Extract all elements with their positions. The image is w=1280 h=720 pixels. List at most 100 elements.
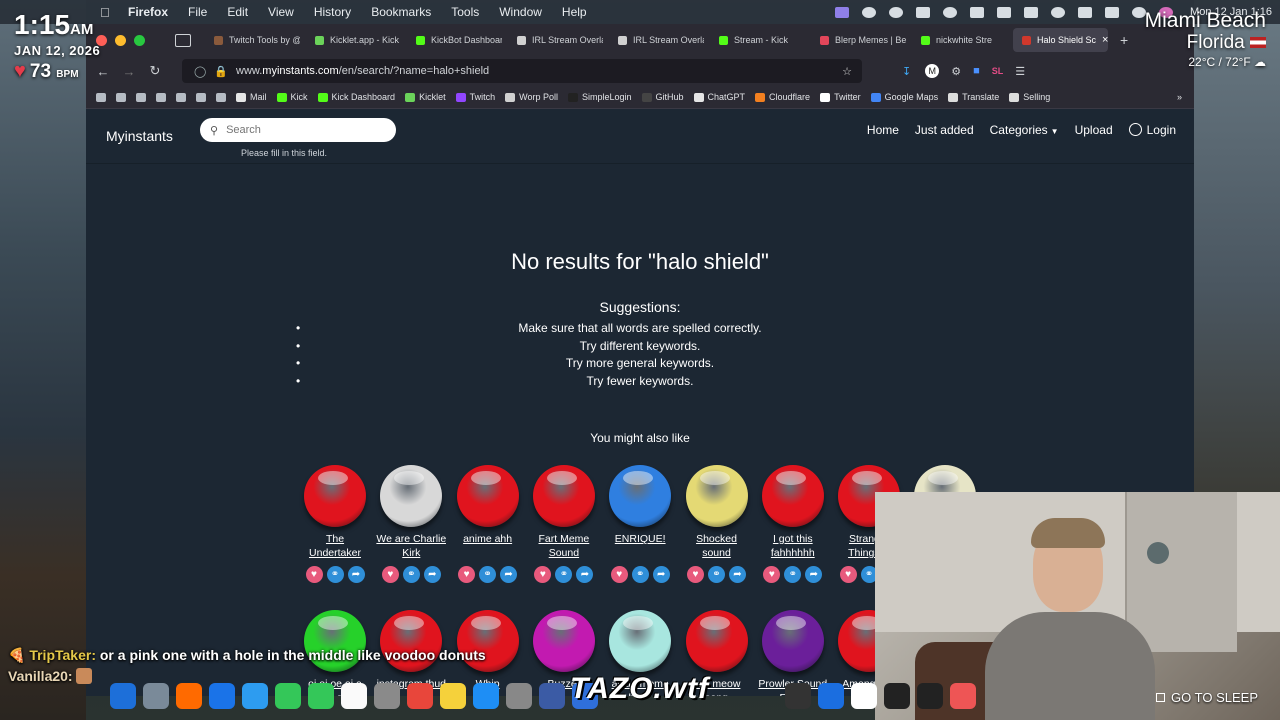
maximize-window-button[interactable] — [134, 34, 145, 46]
url-bar[interactable]: ◯ 🔒 www.myinstants.com/en/search/?name=h… — [182, 59, 862, 83]
menu-bookmarks[interactable]: Bookmarks — [371, 5, 431, 19]
status-icon[interactable] — [943, 6, 958, 18]
minimize-window-button[interactable] — [115, 34, 126, 46]
sound-title-link[interactable]: The Undertaker — [300, 532, 370, 562]
sound-play-button[interactable] — [380, 465, 443, 527]
share-icon[interactable]: ➦ — [805, 566, 823, 583]
bookmark-folder[interactable] — [176, 92, 186, 102]
sound-title-link[interactable]: ENRIQUE! — [605, 532, 675, 562]
close-tab-icon[interactable]: × — [1102, 34, 1108, 46]
browser-tab[interactable]: IRL Stream Overla — [609, 28, 704, 52]
tab-overview-icon[interactable] — [175, 33, 191, 47]
bookmarks-overflow-icon[interactable]: » — [1177, 92, 1182, 102]
new-tab-button[interactable]: + — [1120, 32, 1128, 48]
dock-app-icon[interactable] — [506, 683, 532, 709]
browser-tab[interactable]: Twitch Tools by @ — [205, 28, 300, 52]
status-icon[interactable] — [997, 6, 1012, 18]
bookmark-item[interactable]: Translate — [948, 92, 999, 102]
sound-play-button[interactable] — [685, 465, 748, 527]
sound-play-button[interactable] — [456, 465, 519, 527]
wifi-icon[interactable] — [1051, 6, 1066, 18]
bookmark-folder[interactable] — [196, 92, 206, 102]
extensions-icon[interactable]: ⚙ — [951, 65, 961, 78]
share-icon[interactable]: ➦ — [576, 566, 594, 583]
bookmark-folder[interactable] — [136, 92, 146, 102]
menu-help[interactable]: Help — [562, 5, 587, 19]
bookmark-folder[interactable] — [96, 92, 106, 102]
bookmark-folder[interactable] — [116, 92, 126, 102]
sound-play-button[interactable] — [609, 465, 672, 527]
sound-play-button[interactable] — [304, 465, 366, 527]
nav-upload[interactable]: Upload — [1075, 123, 1113, 137]
link-icon[interactable]: ⚭ — [708, 566, 725, 583]
browser-tab[interactable]: Blerp Memes | Be — [811, 28, 906, 52]
favorite-icon[interactable]: ♥ — [458, 566, 476, 583]
bookmark-item[interactable]: Twitch — [455, 92, 495, 102]
favorite-icon[interactable]: ♥ — [763, 566, 781, 583]
bookmark-item[interactable]: Selling — [1009, 92, 1050, 102]
browser-tab[interactable]: Stream - Kick — [710, 28, 805, 52]
bookmark-item[interactable]: Cloudflare — [755, 92, 810, 102]
nav-login[interactable]: Login — [1128, 123, 1176, 137]
menu-app-name[interactable]: Firefox — [128, 5, 168, 19]
dock-app-icon[interactable] — [917, 683, 943, 709]
search-box[interactable]: ⚲ — [200, 118, 396, 142]
sound-title-link[interactable]: anime ahh — [453, 532, 523, 562]
shield-icon[interactable]: ◯ — [194, 65, 206, 78]
bookmark-item[interactable]: Kick Dashboard — [317, 92, 395, 102]
bookmark-item[interactable]: Kick — [276, 92, 308, 102]
downloads-icon[interactable]: ↧ — [902, 65, 911, 78]
site-logo[interactable]: Myinstants — [106, 128, 173, 144]
link-icon[interactable]: ⚭ — [784, 566, 802, 583]
bookmark-folder[interactable] — [156, 92, 166, 102]
browser-tab[interactable]: Halo Shield Sc × — [1013, 28, 1108, 52]
link-icon[interactable]: ⚭ — [555, 566, 573, 583]
lock-icon[interactable]: 🔒 — [214, 65, 228, 78]
simplelogin-icon[interactable]: SL — [992, 66, 1004, 76]
browser-tab[interactable]: Kicklet.app - Kick — [306, 28, 401, 52]
link-icon[interactable]: ⚭ — [631, 566, 649, 583]
favorite-icon[interactable]: ♥ — [610, 566, 628, 583]
keyboard-input-icon[interactable] — [1024, 6, 1039, 18]
menu-history[interactable]: History — [314, 5, 351, 19]
status-icon[interactable] — [862, 6, 877, 18]
bookmark-star-icon[interactable]: ☆ — [842, 65, 852, 78]
sound-play-button[interactable] — [685, 610, 748, 672]
bookmark-item[interactable]: Worp Poll — [505, 92, 558, 102]
link-icon[interactable]: ⚭ — [479, 566, 497, 583]
share-icon[interactable]: ➦ — [729, 566, 746, 583]
status-icon[interactable] — [889, 6, 904, 18]
browser-tab[interactable]: KickBot Dashboar — [407, 28, 502, 52]
sound-title-link[interactable]: Shocked sound — [682, 532, 752, 562]
search-input[interactable] — [224, 123, 379, 137]
share-icon[interactable]: ➦ — [652, 566, 670, 583]
bookmark-item[interactable]: ChatGPT — [693, 92, 745, 102]
menu-tools[interactable]: Tools — [451, 5, 479, 19]
bookmark-item[interactable]: Twitter — [820, 92, 861, 102]
nav-just-added[interactable]: Just added — [915, 123, 974, 137]
forward-button[interactable]: → — [116, 64, 142, 79]
dock-app-icon[interactable] — [785, 683, 811, 709]
sound-title-link[interactable]: I got this fahhhhhh — [758, 532, 828, 562]
bookmark-item[interactable]: GitHub — [641, 92, 684, 102]
bookmark-folder[interactable] — [216, 92, 226, 102]
share-icon[interactable]: ➦ — [500, 566, 518, 583]
favorite-icon[interactable]: ♥ — [839, 566, 857, 583]
dock-app-icon[interactable] — [851, 683, 877, 709]
reload-button[interactable]: ↻ — [142, 63, 168, 79]
control-center-icon[interactable] — [1105, 6, 1120, 18]
status-icon[interactable] — [916, 6, 931, 18]
nav-categories[interactable]: Categories ▼ — [990, 123, 1059, 137]
browser-tab[interactable]: nickwhite Stre — [912, 28, 1007, 52]
bookmark-item[interactable]: SimpleLogin — [567, 92, 632, 102]
menu-edit[interactable]: Edit — [227, 5, 248, 19]
bookmark-item[interactable]: Google Maps — [870, 92, 938, 102]
extension-m-icon[interactable]: M — [925, 64, 940, 78]
sound-title-link[interactable]: Fart Meme Sound — [529, 532, 599, 562]
app-menu-icon[interactable]: ☰ — [1015, 65, 1025, 78]
dock-app-icon[interactable] — [884, 683, 910, 709]
bookmark-item[interactable]: Mail — [236, 92, 267, 102]
favorite-icon[interactable]: ♥ — [534, 566, 552, 583]
dock-app-icon[interactable] — [818, 683, 844, 709]
dock-app-icon[interactable] — [539, 683, 565, 709]
